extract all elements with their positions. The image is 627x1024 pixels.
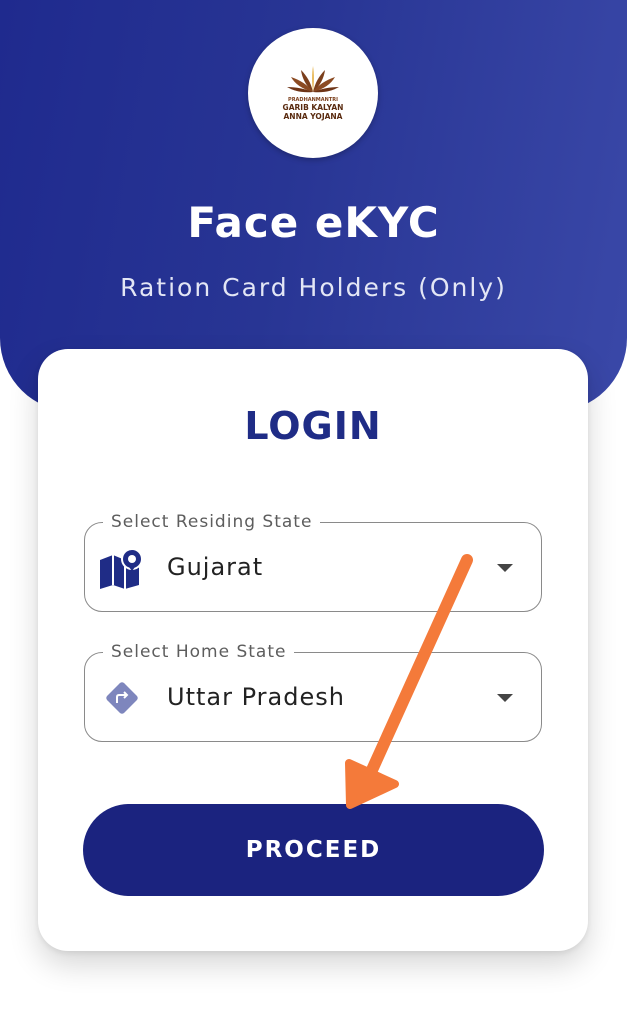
page-subtitle: Ration Card Holders (Only) — [120, 273, 507, 302]
chevron-down-icon[interactable] — [497, 694, 513, 702]
proceed-button[interactable]: PROCEED — [83, 804, 544, 896]
svg-text:GARIB KALYAN: GARIB KALYAN — [283, 103, 344, 112]
residing-state-label: Select Residing State — [103, 511, 321, 533]
directions-icon — [97, 677, 147, 719]
home-state-value: Uttar Pradesh — [167, 683, 345, 711]
map-icon — [97, 547, 147, 589]
residing-state-select[interactable]: Select Residing State Gujarat — [84, 511, 542, 612]
home-state-label: Select Home State — [103, 641, 295, 663]
wheat-logo-icon: PRADHANMANTRI GARIB KALYAN ANNA YOJANA — [283, 66, 344, 121]
residing-state-value: Gujarat — [167, 553, 264, 581]
login-card: LOGIN Select Residing State Gujarat Sele… — [38, 349, 588, 951]
home-state-select[interactable]: Select Home State Uttar Pradesh — [84, 641, 542, 742]
page-title: Face eKYC — [187, 198, 440, 247]
chevron-down-icon[interactable] — [497, 564, 513, 572]
login-title: LOGIN — [244, 404, 382, 448]
pmgkay-logo: PRADHANMANTRI GARIB KALYAN ANNA YOJANA — [248, 28, 378, 158]
svg-text:ANNA YOJANA: ANNA YOJANA — [284, 112, 343, 121]
